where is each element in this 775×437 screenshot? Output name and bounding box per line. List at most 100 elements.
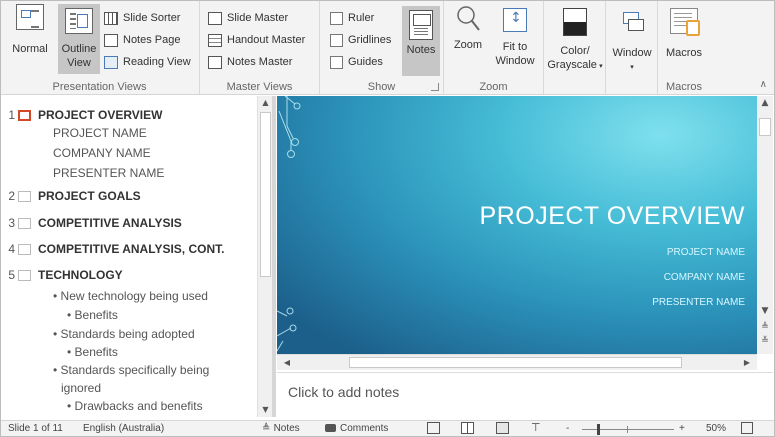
slide-company-name[interactable]: COMPANY NAME [664,272,745,283]
normal-view-button[interactable]: Normal [4,4,56,74]
notes-status-button[interactable]: ≜ Notes [262,423,300,434]
window-group: Window ▾ [606,0,658,95]
notes-status-icon: ≜ [262,423,274,434]
guides-checkbox[interactable]: Guides [330,52,383,72]
zoom-level[interactable]: 50% [706,423,726,434]
slide-title[interactable]: PROJECT OVERVIEW [480,202,745,231]
scroll-down-icon[interactable]: ▼ [258,403,273,417]
outline-text[interactable]: COMPANY NAME [53,146,151,160]
scrollbar-thumb[interactable] [349,357,682,368]
macros-icon [670,8,700,36]
ruler-checkbox[interactable]: Ruler [330,8,374,28]
slide-horizontal-scrollbar[interactable]: ◀ ▶ [277,354,757,370]
outline-scrollbar[interactable]: ▲ ▼ [257,96,272,417]
zoom-slider-midmark [627,426,628,433]
outline-slide-1[interactable]: 1 PROJECT OVERVIEW [0,105,162,125]
slide-thumbnail-icon [18,269,31,281]
scroll-right-icon[interactable]: ▶ [739,355,755,370]
zoom-label: Zoom [479,81,508,93]
scroll-left-icon[interactable]: ◀ [279,355,295,370]
notes-icon [409,10,433,40]
macros-button[interactable]: Macros [662,4,706,74]
slide-master-button[interactable]: Slide Master [208,8,288,28]
notes-page-button[interactable]: Notes Page [104,30,180,50]
outline-text[interactable]: PRESENTER NAME [53,166,164,180]
gridlines-checkbox[interactable]: Gridlines [330,30,391,50]
fit-to-window-button[interactable]: Fit to Window [490,4,540,74]
outline-view-button[interactable]: Outline View [58,4,100,74]
color-grayscale-button[interactable]: Color/ Grayscale ▾ [546,4,604,84]
gridlines-check-icon [330,33,343,47]
ribbon: Normal Outline View Slide Sorter Notes P… [0,0,775,95]
zoom-out-button[interactable]: - [566,423,569,434]
outline-slide-4[interactable]: 4 COMPETITIVE ANALYSIS, CONT. [0,239,224,259]
notes-master-button[interactable]: Notes Master [208,52,292,72]
outline-text[interactable]: ignored [61,381,101,395]
scroll-up-icon[interactable]: ▲ [258,96,273,110]
comments-status-button[interactable]: Comments [325,423,388,434]
outline-text[interactable]: • Standards specifically being [53,363,209,377]
collapse-ribbon-icon[interactable]: ∧ [760,79,767,90]
slide-sorter-button[interactable]: Slide Sorter [104,8,180,28]
outline-text[interactable]: • Benefits [67,345,118,359]
notes-master-icon [208,55,222,69]
window-button[interactable]: Window ▾ [608,4,656,84]
outline-slide-2[interactable]: 2 PROJECT GOALS [0,186,140,206]
outline-pane[interactable]: 1 PROJECT OVERVIEW PROJECT NAME COMPANY … [0,96,257,417]
handout-master-button[interactable]: Handout Master [208,30,305,50]
slide-presenter-name[interactable]: PRESENTER NAME [652,297,745,308]
macros-label: Macros [665,81,703,93]
slide-canvas[interactable]: PROJECT OVERVIEW PROJECT NAME COMPANY NA… [277,96,757,354]
normal-view-status-icon[interactable] [427,422,440,434]
slide-thumbnail-icon [18,190,31,202]
slide-thumbnail-icon [18,243,31,255]
pane-splitter[interactable] [272,96,276,417]
previous-slide-icon[interactable]: ≜ [757,322,773,332]
scrollbar-thumb[interactable] [759,118,771,136]
slide-show-icon[interactable]: ⊤ [531,421,541,434]
slide-sorter-status-icon[interactable] [461,422,474,434]
zoom-slider-handle[interactable] [597,424,600,435]
fit-slide-icon[interactable] [741,422,753,434]
macros-group: Macros Macros [658,0,710,95]
color-grayscale-icon [563,8,587,36]
slide-vertical-scrollbar[interactable]: ▲ ▼ ≜ ≚ [757,96,773,354]
slide-project-name[interactable]: PROJECT NAME [667,247,745,258]
scroll-down-icon[interactable]: ▼ [757,306,773,316]
slide-thumbnail-icon [18,109,31,121]
color-group: Color/ Grayscale ▾ [544,0,606,95]
master-views-group: Slide Master Handout Master Notes Master… [200,0,320,95]
slide-counter[interactable]: Slide 1 of 11 [8,423,63,434]
ruler-check-icon [330,11,343,25]
reading-view-status-icon[interactable] [496,422,509,434]
zoom-slider[interactable] [582,429,674,430]
zoom-in-button[interactable]: + [679,423,685,434]
outline-text[interactable]: • Benefits [67,308,118,322]
notes-pane[interactable]: Click to add notes [277,372,773,417]
outline-text[interactable]: • Drawbacks and benefits [67,399,203,413]
scroll-up-icon[interactable]: ▲ [757,98,773,108]
next-slide-icon[interactable]: ≚ [757,336,773,346]
language-indicator[interactable]: English (Australia) [83,423,164,434]
scrollbar-thumb[interactable] [260,112,271,277]
outline-text[interactable]: PROJECT NAME [53,126,147,140]
outline-slide-3[interactable]: 3 COMPETITIVE ANALYSIS [0,213,182,233]
notes-toggle-button[interactable]: Notes [402,6,440,76]
zoom-group: Zoom Fit to Window Zoom [444,0,544,95]
presentation-views-label: Presentation Views [52,81,147,93]
outline-slide-5[interactable]: 5 TECHNOLOGY [0,265,122,285]
zoom-button[interactable]: Zoom [448,4,488,74]
notes-placeholder[interactable]: Click to add notes [288,384,399,400]
notes-page-icon [104,33,118,47]
slide-sorter-icon [104,11,118,25]
comment-icon [325,424,336,433]
dropdown-caret-icon: ▾ [596,62,603,70]
presentation-views-group: Normal Outline View Slide Sorter Notes P… [0,0,200,95]
outline-text[interactable]: • Standards being adopted [53,327,195,341]
window-caret-icon: ▾ [630,63,634,71]
reading-view-button[interactable]: Reading View [104,52,191,72]
slide-master-icon [208,11,222,25]
outline-text[interactable]: • New technology being used [53,289,208,303]
magnifier-icon [455,4,481,34]
show-group: Ruler Gridlines Guides Notes Show [320,0,444,95]
